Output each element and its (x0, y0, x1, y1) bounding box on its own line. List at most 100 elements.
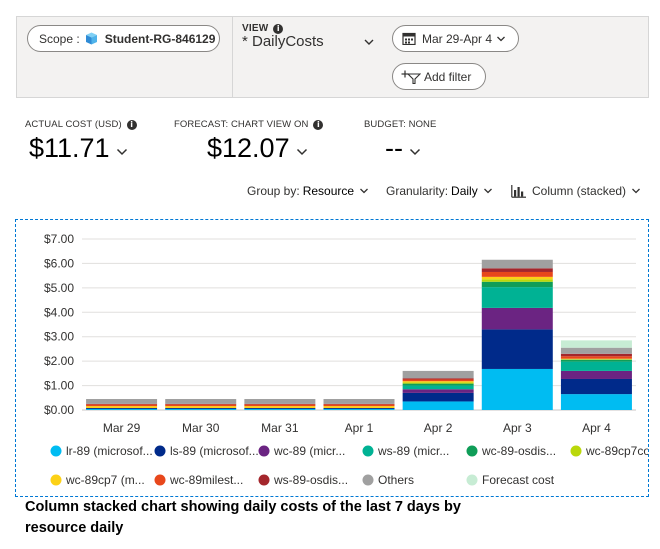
bar-segment[interactable] (86, 399, 158, 404)
bar-segment[interactable] (86, 408, 158, 410)
bar-segment[interactable] (402, 379, 474, 382)
legend-swatch (570, 445, 582, 457)
bar-segment[interactable] (323, 404, 395, 407)
bar-segment[interactable] (86, 409, 158, 410)
bar-segment[interactable] (560, 370, 632, 379)
bar-segment[interactable] (481, 276, 553, 280)
info-icon[interactable]: i (273, 23, 284, 34)
bar-segment[interactable] (560, 340, 632, 348)
forecast-amount: $12.07 (207, 133, 290, 163)
legend-swatch (362, 474, 374, 486)
bar-segment[interactable] (481, 287, 553, 308)
bar-segment[interactable] (323, 408, 395, 410)
legend-item: wc-89cp7 (m... (65, 473, 145, 487)
bar-segment[interactable] (481, 259, 553, 269)
y-tick-label: $1.00 (44, 379, 74, 393)
x-tick-label: Apr 2 (424, 421, 453, 435)
legend-swatch (154, 445, 166, 457)
bar-segment[interactable] (560, 359, 632, 362)
group-by-value: Resource (302, 184, 355, 198)
resource-group-cube-icon (85, 32, 98, 45)
info-icon[interactable]: i (313, 119, 324, 130)
granularity-label: Granularity: (386, 184, 449, 198)
view-selector[interactable]: * DailyCosts (242, 33, 324, 50)
bar-segment[interactable] (481, 268, 553, 272)
budget-amount: -- (385, 133, 403, 163)
bar-segment[interactable] (402, 389, 474, 393)
chevron-down-icon[interactable] (363, 36, 375, 48)
bar-segment[interactable] (244, 409, 316, 410)
legend-item: lr-89 (microsof... (66, 444, 153, 458)
bar-segment[interactable] (165, 408, 237, 410)
cost-chart[interactable]: $0.00 $1.00 $2.00 $3.00 $4.00 $5.00 $6.00 $7.00… (15, 219, 649, 497)
bar-segment[interactable] (402, 385, 474, 390)
column-chart-icon (511, 184, 526, 198)
legend-swatch (466, 445, 478, 457)
bar-segment[interactable] (244, 406, 316, 409)
actual-cost-value[interactable]: $11.71 (29, 133, 128, 164)
chevron-down-icon (497, 36, 505, 41)
x-tick-label: Mar 29 (103, 421, 141, 435)
bar-segment[interactable] (323, 409, 395, 410)
chevron-down-icon (116, 148, 127, 156)
panel-divider (232, 17, 233, 97)
forecast-value[interactable]: $12.07 (207, 133, 308, 164)
info-icon[interactable]: i (126, 119, 137, 130)
bar-segment[interactable] (481, 271, 553, 277)
bar-segment[interactable] (165, 399, 237, 404)
y-tick-label: $4.00 (44, 305, 74, 319)
bar-segment[interactable] (165, 406, 237, 409)
legend-item: ws-89-osdis... (273, 473, 348, 487)
bar-segment[interactable] (165, 404, 237, 407)
chevron-down-icon (483, 188, 492, 194)
y-tick-label: $7.00 (44, 232, 74, 246)
legend-swatch (258, 474, 270, 486)
budget-value[interactable]: -- (385, 133, 421, 164)
granularity-dropdown[interactable]: Granularity: Daily (386, 184, 493, 198)
legend-item: Forecast cost (482, 473, 555, 487)
add-filter-button[interactable]: Add filter (392, 63, 486, 90)
bar-segment[interactable] (481, 329, 553, 369)
bar-segment[interactable] (244, 404, 316, 407)
bar-segment[interactable] (402, 392, 474, 402)
legend-item: ls-89 (microsof... (170, 444, 259, 458)
bar-segment[interactable] (323, 399, 395, 404)
y-tick-label: $2.00 (44, 354, 74, 368)
bar-segment[interactable] (481, 307, 553, 330)
bar-segment[interactable] (402, 382, 474, 384)
bar-segment[interactable] (560, 361, 632, 371)
bar-segment[interactable] (560, 353, 632, 357)
bar-segment[interactable] (481, 368, 553, 410)
chevron-down-icon (360, 188, 369, 194)
bar-segment[interactable] (481, 281, 553, 288)
bar-segment[interactable] (560, 394, 632, 410)
date-range-button[interactable]: Mar 29-Apr 4 (392, 25, 519, 52)
bar-segment[interactable] (560, 347, 632, 354)
bar-segment[interactable] (560, 356, 632, 359)
group-by-dropdown[interactable]: Group by: Resource (247, 184, 369, 198)
chart-type-dropdown[interactable]: Column (stacked) (511, 184, 641, 198)
bar-segment[interactable] (402, 401, 474, 410)
bar-segment[interactable] (323, 406, 395, 409)
budget-label-text: BUDGET: NONE (364, 119, 437, 130)
bar-segment[interactable] (86, 406, 158, 409)
stacked-column-chart[interactable]: $0.00 $1.00 $2.00 $3.00 $4.00 $5.00 $6.00 $7.00… (16, 220, 648, 496)
budget-label: BUDGET: NONE (364, 119, 436, 130)
bar-segment[interactable] (402, 383, 474, 386)
bar-segment[interactable] (244, 399, 316, 404)
bar-segment[interactable] (402, 378, 474, 380)
bar-segment[interactable] (402, 381, 474, 383)
bar-segment[interactable] (560, 378, 632, 395)
bar-segment[interactable] (481, 279, 553, 282)
y-tick-label: $6.00 (44, 256, 74, 270)
scope-selector-button[interactable]: Scope : Student-RG-846129 (27, 25, 220, 52)
legend-item: wc-89cp7co... (585, 444, 648, 458)
bar-segment[interactable] (402, 370, 474, 379)
bar-segment[interactable] (165, 409, 237, 410)
chevron-down-icon (409, 148, 421, 156)
bar-segment[interactable] (244, 408, 316, 410)
legend-swatch (50, 474, 62, 486)
legend-item: Others (378, 473, 414, 487)
x-tick-label: Apr 1 (345, 421, 374, 435)
bar-segment[interactable] (86, 404, 158, 407)
